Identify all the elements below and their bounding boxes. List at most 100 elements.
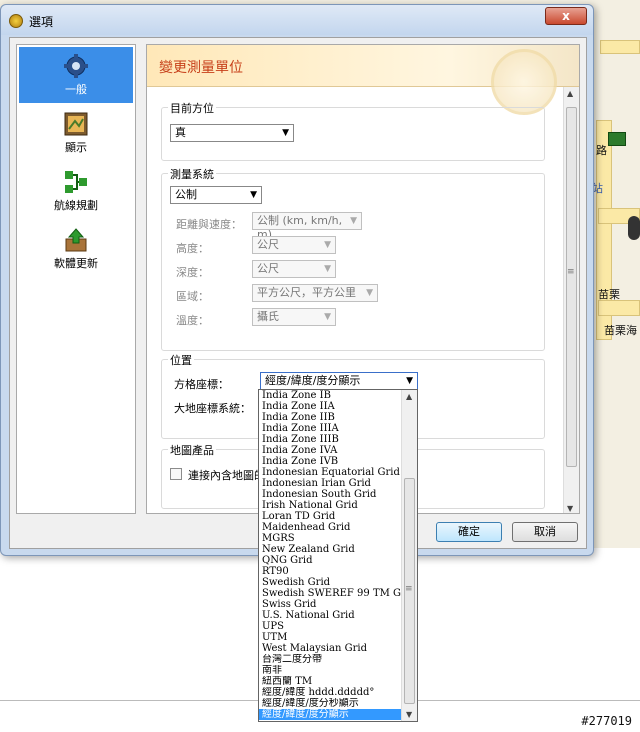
chevron-down-icon: ▼ [250, 190, 257, 200]
group-title: 測量系統 [168, 166, 216, 182]
map-road [598, 300, 640, 316]
dropdown-option[interactable]: India Zone IIIB [259, 434, 402, 445]
area-select[interactable]: 平方公尺，平方公里 ▼ [252, 284, 378, 302]
chevron-down-icon: ▼ [366, 288, 373, 298]
chevron-down-icon: ▼ [282, 128, 289, 138]
map-product-checkbox[interactable] [170, 468, 182, 480]
elevation-select[interactable]: 公尺 ▼ [252, 236, 336, 254]
dropdown-option[interactable]: New Zealand Grid [259, 544, 402, 555]
dropdown-option[interactable]: Indonesian South Grid [259, 489, 402, 500]
scroll-grip-icon: ≡ [405, 584, 413, 594]
scroll-down-icon[interactable]: ▼ [406, 710, 412, 719]
scroll-up-icon[interactable]: ▲ [567, 89, 573, 98]
nav-item-label: 航線規劃 [54, 199, 98, 212]
dropdown-option[interactable]: India Zone IB [259, 390, 402, 401]
dropdown-option[interactable]: West Malaysian Grid [259, 643, 402, 654]
depth-label: 深度： [176, 266, 209, 279]
chevron-down-icon: ▼ [406, 376, 413, 386]
depth-select[interactable]: 公尺 ▼ [252, 260, 336, 278]
dropdown-option[interactable]: India Zone IIA [259, 401, 402, 412]
dropdown-option[interactable]: MGRS [259, 533, 402, 544]
dropdown-option[interactable]: Indonesian Equatorial Grid [259, 467, 402, 478]
gear-icon [64, 54, 88, 78]
grid-label: 方格座標： [174, 378, 229, 391]
dropdown-option[interactable]: Indonesian Irian Grid [259, 478, 402, 489]
measurement-system-value: 公制 [175, 188, 197, 201]
nav-item-label: 一般 [65, 83, 87, 96]
temperature-select[interactable]: 攝氏 ▼ [252, 308, 336, 326]
panel-header: 變更測量單位 [147, 45, 579, 115]
route-icon [65, 171, 87, 193]
dropdown-option[interactable]: 經度/緯度/度分秒顯示 [259, 698, 402, 709]
map-label: 路 [596, 144, 607, 157]
elevation-label: 高度： [176, 242, 209, 255]
heading-select[interactable]: 真 ▼ [170, 124, 294, 142]
dropdown-option[interactable]: Irish National Grid [259, 500, 402, 511]
compass-logo-icon [491, 49, 557, 115]
display-icon [64, 112, 88, 136]
dropdown-option[interactable]: India Zone IVA [259, 445, 402, 456]
ok-button[interactable]: 確定 [436, 522, 502, 542]
dropdown-option[interactable]: India Zone IVB [259, 456, 402, 467]
dropdown-option[interactable]: UPS [259, 621, 402, 632]
dropdown-option[interactable]: Swiss Grid [259, 599, 402, 610]
measurement-group: 測量系統 公制 ▼ 距離與速度： 公制 (km, km/h, m) ▼ 高度： … [161, 166, 545, 351]
scroll-up-icon[interactable]: ▲ [406, 392, 412, 401]
dropdown-option[interactable]: India Zone IIB [259, 412, 402, 423]
dropdown-option[interactable]: Maidenhead Grid [259, 522, 402, 533]
watermark: #277019 [581, 714, 632, 728]
map-product-checkbox-label: 連接內含地圖的 [188, 469, 265, 482]
nav-item-routing[interactable]: 航線規劃 [19, 163, 133, 219]
grid-select[interactable]: 經度/緯度/度分顯示 ▼ [260, 372, 418, 390]
dropdown-option[interactable]: 台灣二度分帶 [259, 654, 402, 665]
depth-value: 公尺 [257, 262, 279, 275]
map-poi-icon[interactable] [608, 132, 626, 146]
area-label: 區域： [176, 290, 209, 303]
scroll-thumb[interactable] [566, 107, 577, 467]
nav-item-software-update[interactable]: 軟體更新 [19, 221, 133, 277]
dropdown-option[interactable]: UTM [259, 632, 402, 643]
grid-dropdown-list[interactable]: India Zone IB India Zone IIA India Zone II… [258, 389, 418, 722]
chevron-down-icon: ▼ [324, 312, 331, 322]
heading-select-value: 真 [175, 126, 186, 139]
measurement-system-select[interactable]: 公制 ▼ [170, 186, 262, 204]
nav-item-display[interactable]: 顯示 [19, 105, 133, 161]
elevation-value: 公尺 [257, 238, 279, 251]
title-bar[interactable]: 選項 x [1, 5, 593, 35]
map-marker-icon[interactable] [628, 216, 640, 240]
nav-item-general[interactable]: 一般 [19, 47, 133, 103]
window-title: 選項 [29, 15, 54, 29]
map-label: 苗栗海 [604, 324, 637, 337]
category-list: 一般 顯示 航線規劃 軟體更新 [16, 44, 136, 514]
distance-speed-select[interactable]: 公制 (km, km/h, m) ▼ [252, 212, 362, 241]
group-title: 位置 [168, 352, 194, 368]
dropdown-option[interactable]: 南非 [259, 665, 402, 676]
dropdown-option[interactable]: Swedish Grid [259, 577, 402, 588]
nav-item-label: 軟體更新 [54, 257, 98, 270]
dropdown-option[interactable]: U.S. National Grid [259, 610, 402, 621]
datum-label: 大地座標系統： [174, 402, 251, 415]
dropdown-option[interactable]: 紐西蘭 TM [259, 676, 402, 687]
close-button[interactable]: x [545, 7, 587, 25]
dropdown-option[interactable]: Swedish SWEREF 99 TM Grid [259, 588, 402, 599]
nav-item-label: 顯示 [65, 141, 87, 154]
heading-group: 目前方位 真 ▼ [161, 100, 545, 161]
group-title: 地圖產品 [168, 442, 216, 458]
map-road [600, 40, 640, 54]
dropdown-option[interactable]: QNG Grid [259, 555, 402, 566]
dropdown-items: India Zone IB India Zone IIA India Zone II… [259, 390, 402, 720]
dropdown-option[interactable]: 經度/緯度 hddd.ddddd° [259, 687, 402, 698]
temperature-label: 溫度： [176, 314, 209, 327]
panel-scrollbar[interactable]: ▲ ≡ ▼ [563, 87, 579, 513]
dropdown-option[interactable]: Loran TD Grid [259, 511, 402, 522]
scroll-down-icon[interactable]: ▼ [567, 504, 573, 513]
cancel-button[interactable]: 取消 [512, 522, 578, 542]
grid-select-value: 經度/緯度/度分顯示 [265, 374, 361, 387]
dropdown-option[interactable]: 經度/緯度/度分顯示 [259, 709, 402, 720]
dropdown-scrollbar[interactable]: ▲ ≡ ▼ [401, 390, 417, 721]
update-icon [65, 228, 87, 252]
scroll-grip-icon: ≡ [567, 267, 575, 277]
dropdown-option[interactable]: RT90 [259, 566, 402, 577]
dropdown-option[interactable]: India Zone IIIA [259, 423, 402, 434]
chevron-down-icon: ▼ [350, 216, 357, 226]
